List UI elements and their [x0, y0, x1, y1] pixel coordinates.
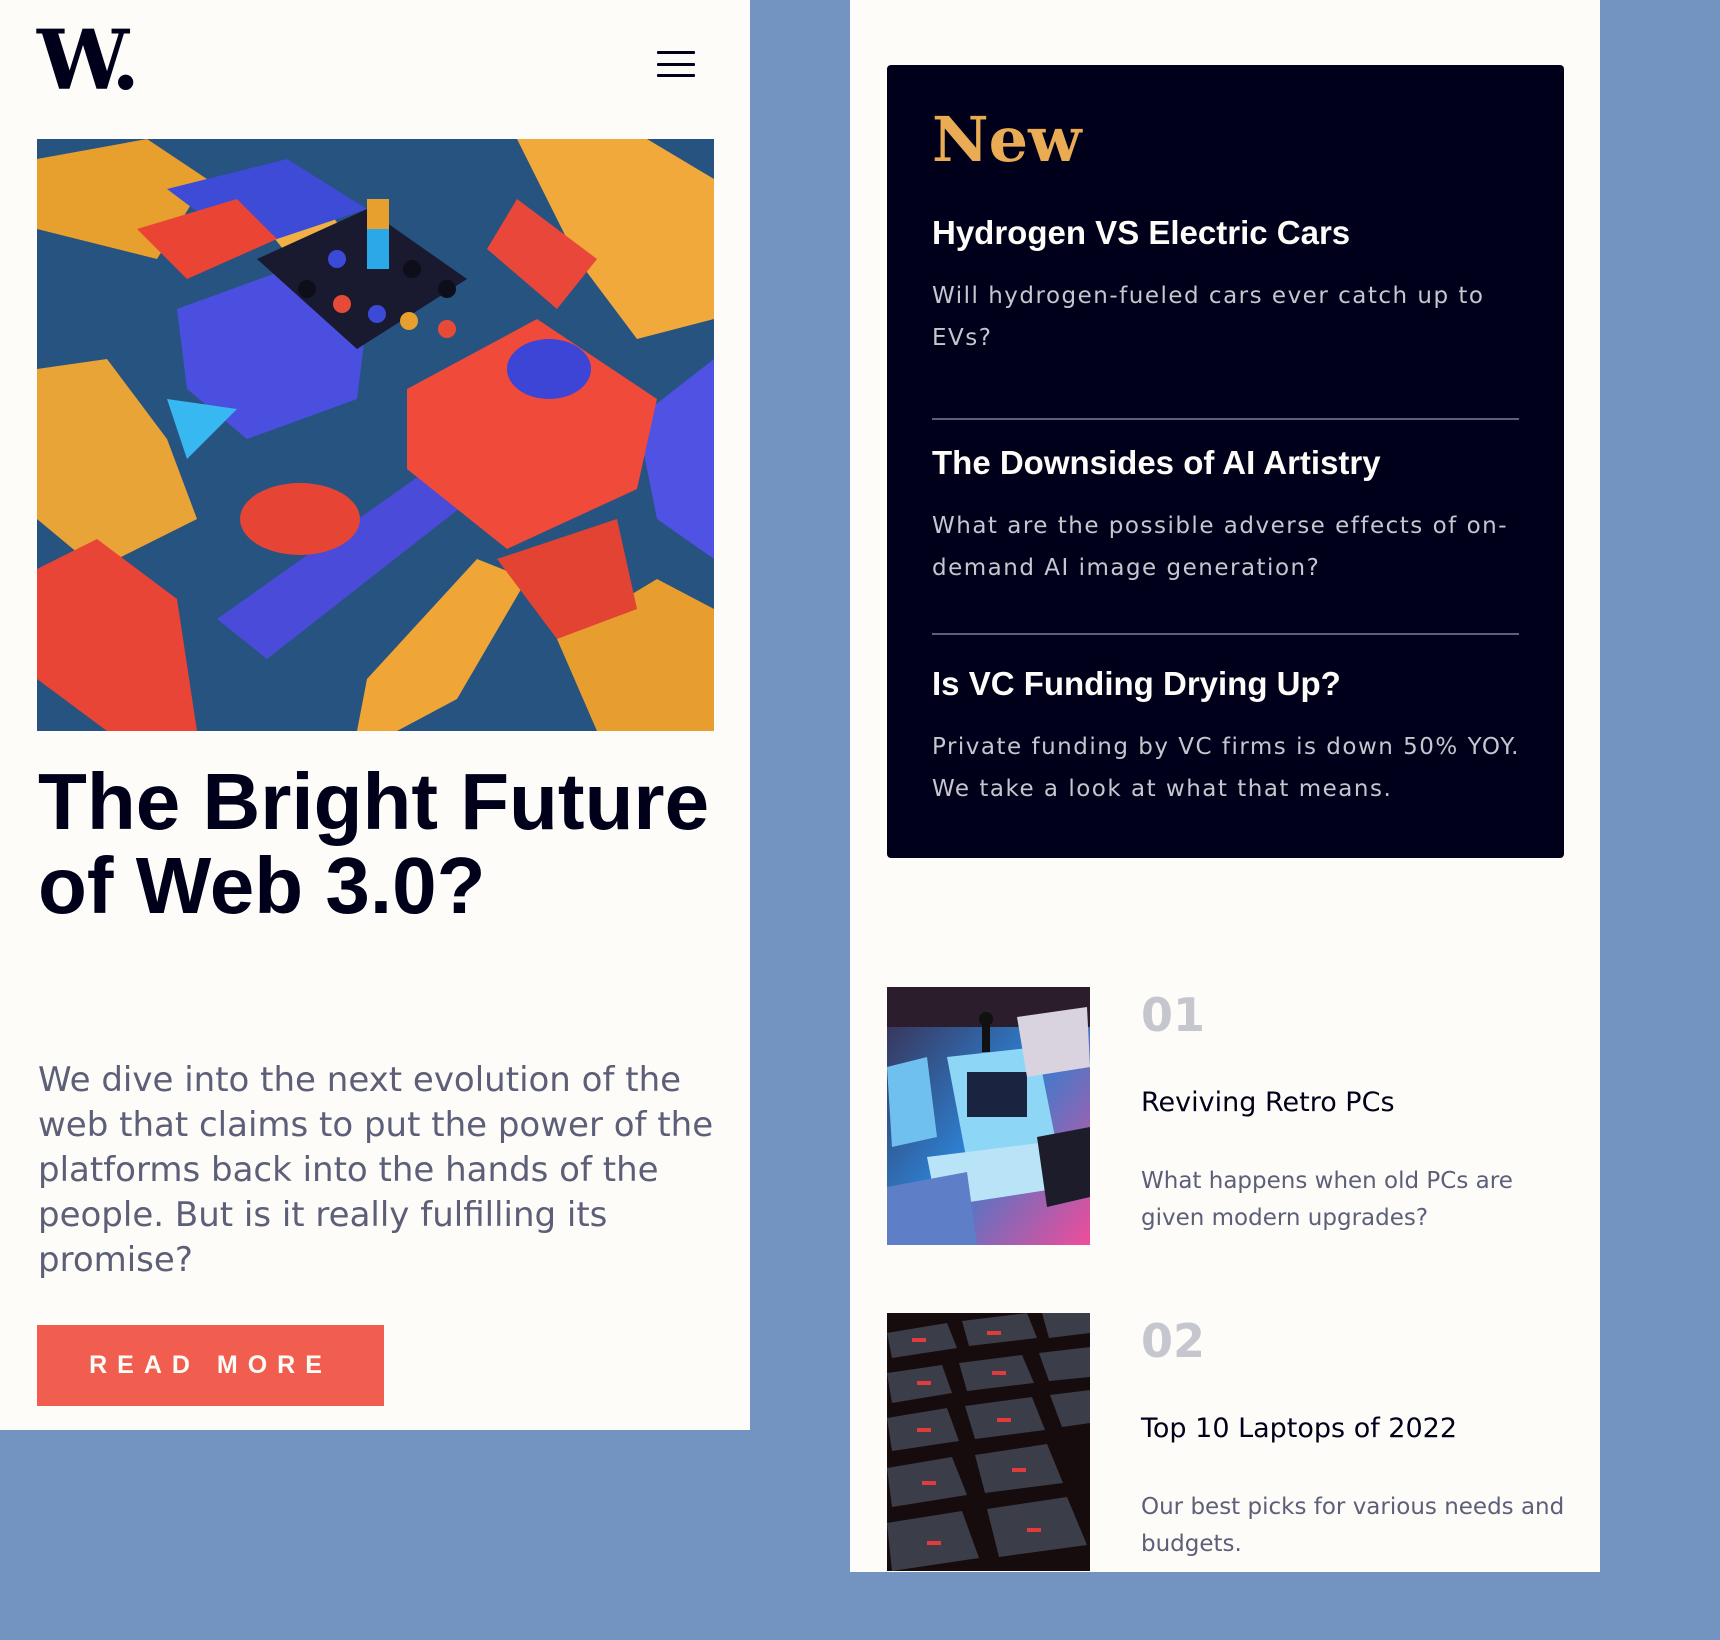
new-item[interactable]: The Downsides of AI Artistry What are th…: [932, 443, 1522, 589]
divider: [932, 633, 1519, 635]
trending-number: 02: [1141, 1314, 1206, 1368]
new-item-description: What are the possible adverse effects of…: [932, 513, 1509, 581]
main-article-panel: W. The Bright Future of Web 3.0? We dive…: [0, 0, 750, 1430]
new-item-title[interactable]: Hydrogen VS Electric Cars: [932, 213, 1522, 253]
new-section-heading: New: [932, 103, 1082, 176]
new-item-description: Private funding by VC firms is down 50% …: [932, 734, 1520, 802]
new-item[interactable]: Is VC Funding Drying Up? Private funding…: [932, 664, 1522, 810]
laptop-keyboard-image[interactable]: [887, 1313, 1090, 1571]
brand-logo[interactable]: W.: [37, 20, 140, 102]
retro-pcs-image[interactable]: [887, 987, 1090, 1245]
trending-number: 01: [1141, 988, 1206, 1042]
hamburger-menu-icon[interactable]: [652, 46, 700, 82]
sidebar-panel: New Hydrogen VS Electric Cars Will hydro…: [850, 0, 1600, 1572]
trending-title[interactable]: Reviving Retro PCs: [1141, 1085, 1395, 1121]
menu-line: [657, 51, 695, 54]
trending-item[interactable]: 02 Top 10 Laptops of 2022 Our best picks…: [887, 1313, 1564, 1571]
hero-description: We dive into the next evolution of the w…: [38, 1060, 714, 1280]
trending-title[interactable]: Top 10 Laptops of 2022: [1141, 1411, 1457, 1447]
menu-line: [657, 62, 695, 66]
trending-item[interactable]: 01 Reviving Retro PCs What happens when …: [887, 987, 1564, 1245]
read-more-button[interactable]: READ MORE: [37, 1325, 384, 1406]
new-item-title[interactable]: Is VC Funding Drying Up?: [932, 664, 1522, 704]
hero-title: The Bright Future of Web 3.0?: [38, 757, 710, 930]
new-item-title[interactable]: The Downsides of AI Artistry: [932, 443, 1522, 483]
new-item[interactable]: Hydrogen VS Electric Cars Will hydrogen-…: [932, 213, 1522, 359]
menu-line: [657, 74, 695, 77]
divider: [932, 418, 1519, 420]
trending-description: Our best picks for various needs and bud…: [1141, 1494, 1565, 1557]
new-item-description: Will hydrogen-fueled cars ever catch up …: [932, 283, 1485, 351]
new-articles-box: New Hydrogen VS Electric Cars Will hydro…: [887, 65, 1564, 858]
trending-description: What happens when old PCs are given mode…: [1141, 1168, 1513, 1231]
abstract-3d-blocks-image: [37, 139, 714, 731]
